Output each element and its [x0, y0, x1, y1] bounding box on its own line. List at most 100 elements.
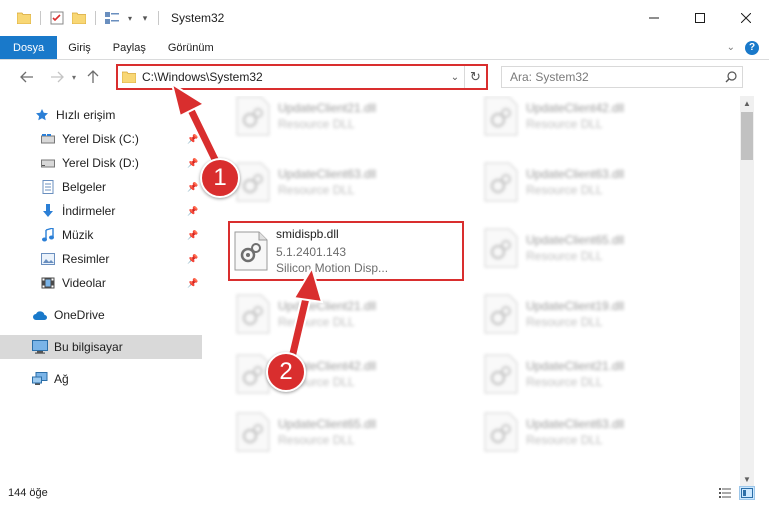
dll-file-icon: [484, 412, 518, 452]
help-icon[interactable]: ?: [745, 40, 759, 55]
scroll-up-icon[interactable]: ▲: [740, 96, 754, 110]
pin-icon[interactable]: 📌: [187, 181, 198, 193]
maximize-button[interactable]: [677, 0, 723, 36]
address-path[interactable]: C:\Windows\System32: [142, 70, 446, 84]
list-item[interactable]: UpdateClient42.dll Resource DLL: [222, 346, 452, 402]
sidebar-item-this-pc[interactable]: Bu bilgisayar: [0, 335, 202, 359]
ribbon-tabs: Dosya Giriş Paylaş Görünüm ⌄ ?: [0, 36, 769, 60]
recent-locations-button[interactable]: ▾: [68, 66, 80, 88]
new-folder-icon[interactable]: [71, 10, 87, 26]
pin-icon[interactable]: 📌: [187, 229, 198, 241]
file-type: Resource DLL: [526, 433, 603, 447]
file-type: Resource DLL: [278, 315, 355, 329]
file-name: UpdateClient63.dll: [526, 417, 625, 431]
tab-share[interactable]: Paylaş: [102, 36, 157, 59]
drive-icon: [40, 131, 56, 147]
scrollbar-thumb[interactable]: [741, 112, 753, 160]
dll-file-icon: [236, 354, 270, 394]
list-item[interactable]: UpdateClient21.dll Resource DLL: [222, 286, 452, 342]
pin-icon[interactable]: 📌: [187, 277, 198, 289]
dll-file-icon: [236, 96, 270, 136]
cloud-icon: [32, 307, 48, 323]
sidebar-item-onedrive[interactable]: OneDrive: [0, 303, 202, 327]
folder-icon: [122, 71, 136, 83]
close-button[interactable]: [723, 0, 769, 36]
chevron-down-icon[interactable]: ▾: [126, 10, 134, 26]
search-icon[interactable]: [720, 71, 742, 83]
star-icon: [34, 107, 50, 123]
list-item[interactable]: UpdateClient63.dll Resource DLL: [470, 404, 700, 460]
list-item[interactable]: UpdateClient63.dll Resource DLL: [222, 154, 452, 210]
tab-view[interactable]: Görünüm: [157, 36, 225, 59]
chevron-down-icon[interactable]: ⌄: [446, 67, 464, 87]
properties-icon[interactable]: [49, 10, 65, 26]
dll-file-icon: [236, 412, 270, 452]
customize-toolbar-icon[interactable]: ▾: [140, 10, 150, 26]
file-type: Resource DLL: [278, 117, 355, 131]
dll-file-icon: [484, 162, 518, 202]
pin-icon[interactable]: 📌: [187, 205, 198, 217]
expand-ribbon-icon[interactable]: ⌄: [727, 42, 735, 53]
list-item[interactable]: UpdateClient19.dll Resource DLL: [470, 286, 700, 342]
sidebar-item-label: Hızlı erişim: [56, 108, 116, 122]
file-type: Resource DLL: [526, 315, 603, 329]
pin-icon[interactable]: 📌: [187, 157, 198, 169]
tab-home[interactable]: Giriş: [57, 36, 102, 59]
qat-separator: [95, 11, 96, 25]
view-options-icon[interactable]: [104, 10, 120, 26]
file-type: Resource DLL: [278, 433, 355, 447]
file-type: Resource DLL: [526, 249, 603, 263]
up-button[interactable]: [82, 66, 104, 88]
back-arrow-icon: [20, 71, 33, 83]
tab-file[interactable]: Dosya: [0, 36, 58, 59]
file-name: UpdateClient63.dll: [526, 167, 625, 181]
sidebar-item-music[interactable]: Müzik 📌: [0, 223, 202, 247]
refresh-icon[interactable]: ↻: [464, 66, 486, 88]
vertical-scrollbar[interactable]: ▲ ▼: [740, 96, 754, 486]
title-bar: ▾ ▾ System32: [0, 0, 769, 36]
folder-icon: [16, 10, 32, 26]
qat-separator: [158, 11, 159, 25]
forward-button[interactable]: [46, 66, 68, 88]
details-view-icon[interactable]: [717, 486, 733, 500]
step-1-badge: 1: [200, 158, 240, 198]
pin-icon[interactable]: 📌: [187, 253, 198, 265]
list-item[interactable]: UpdateClient42.dll Resource DLL: [470, 96, 700, 144]
file-list: UpdateClient21.dll Resource DLL UpdateCli…: [214, 96, 740, 486]
sidebar-item-label: Belgeler: [62, 180, 107, 194]
list-item[interactable]: UpdateClient21.dll Resource DLL: [470, 346, 700, 402]
sidebar-item-network[interactable]: Ağ: [0, 367, 202, 391]
list-item[interactable]: UpdateClient63.dll Resource DLL: [470, 154, 700, 210]
sidebar-item-label: Yerel Disk (D:): [62, 156, 139, 170]
videos-icon: [40, 275, 56, 291]
file-name: UpdateClient19.dll: [526, 299, 625, 313]
sidebar-item-documents[interactable]: Belgeler 📌: [0, 175, 202, 199]
sidebar-item-downloads[interactable]: İndirmeler 📌: [0, 199, 202, 223]
search-box[interactable]: Ara: System32: [501, 66, 743, 88]
list-item[interactable]: UpdateClient65.dll Resource DLL: [470, 220, 700, 276]
dll-file-icon: [236, 294, 270, 334]
file-type: Resource DLL: [526, 117, 603, 131]
list-item[interactable]: UpdateClient21.dll Resource DLL: [222, 96, 452, 144]
sidebar-item-quick-access[interactable]: Hızlı erişim: [0, 103, 202, 127]
sidebar-item-pictures[interactable]: Resimler 📌: [0, 247, 202, 271]
minimize-button[interactable]: [631, 0, 677, 36]
file-name: UpdateClient63.dll: [278, 167, 377, 181]
list-item[interactable]: UpdateClient65.dll Resource DLL: [222, 404, 452, 460]
download-icon: [40, 203, 56, 219]
sidebar-item-local-disk-c[interactable]: Yerel Disk (C:) 📌: [0, 127, 202, 151]
large-icons-view-icon[interactable]: [739, 486, 755, 500]
sidebar-item-local-disk-d[interactable]: Yerel Disk (D:) 📌: [0, 151, 202, 175]
back-button[interactable]: [16, 66, 38, 88]
file-name: UpdateClient65.dll: [278, 417, 377, 431]
highlighted-file[interactable]: smidispb.dll 5.1.2401.143 Silicon Motion…: [228, 221, 464, 281]
file-name: UpdateClient65.dll: [526, 233, 625, 247]
address-bar[interactable]: C:\Windows\System32 ⌄ ↻: [116, 64, 488, 90]
sidebar-item-videos[interactable]: Videolar 📌: [0, 271, 202, 295]
qat-separator: [40, 11, 41, 25]
dll-file-icon: [234, 231, 268, 271]
status-bar: 144 öğe: [0, 482, 769, 504]
pin-icon[interactable]: 📌: [187, 133, 198, 145]
search-placeholder[interactable]: Ara: System32: [510, 70, 720, 84]
file-name: UpdateClient21.dll: [278, 299, 377, 313]
